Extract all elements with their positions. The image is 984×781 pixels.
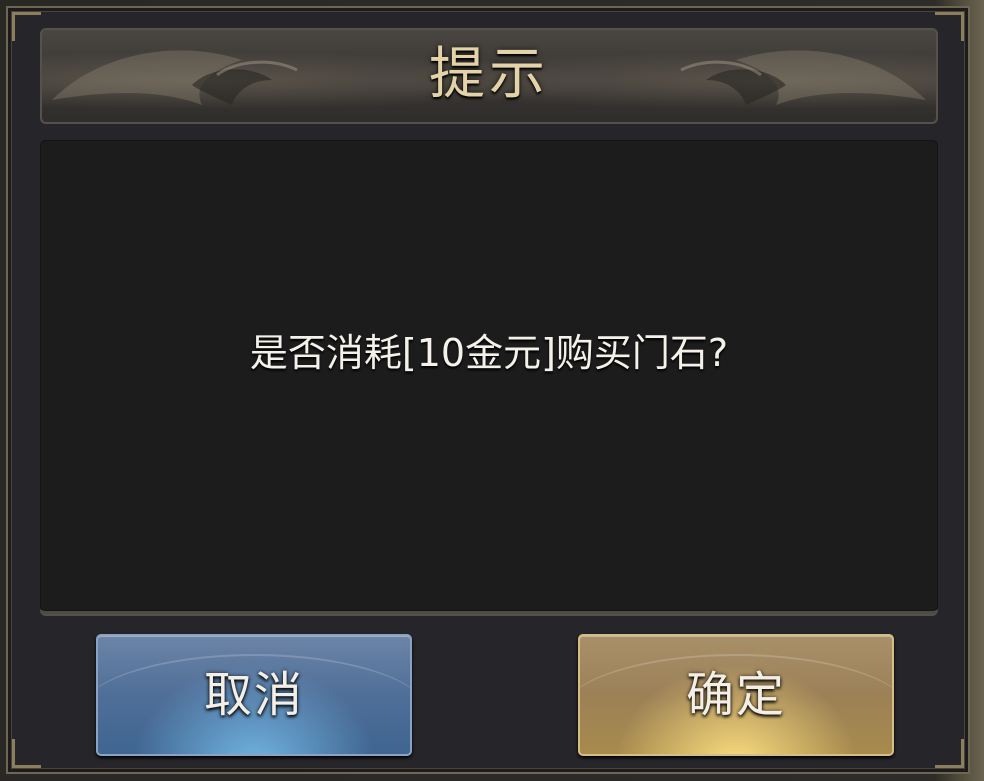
dialog-title: 提示 bbox=[429, 42, 549, 107]
frame-corner-bottom-left bbox=[12, 739, 41, 768]
frame-corner-bottom-right bbox=[935, 739, 964, 768]
message-panel: 是否消耗[10金元]购买门石? bbox=[40, 140, 938, 614]
confirm-message: 是否消耗[10金元]购买门石? bbox=[249, 331, 729, 375]
dialog-title-bar: 提示 bbox=[40, 28, 938, 124]
confirm-dialog: 提示 是否消耗[10金元]购买门石? 取消 确定 bbox=[6, 6, 970, 774]
confirm-button-label: 确定 bbox=[685, 667, 786, 723]
game-screen: 提示 是否消耗[10金元]购买门石? 取消 确定 bbox=[0, 0, 984, 781]
confirm-button[interactable]: 确定 bbox=[578, 634, 894, 756]
cancel-button[interactable]: 取消 bbox=[96, 634, 412, 756]
frame-corner-top-left bbox=[12, 12, 41, 41]
cancel-button-label: 取消 bbox=[203, 667, 304, 723]
frame-corner-top-right bbox=[935, 12, 964, 41]
